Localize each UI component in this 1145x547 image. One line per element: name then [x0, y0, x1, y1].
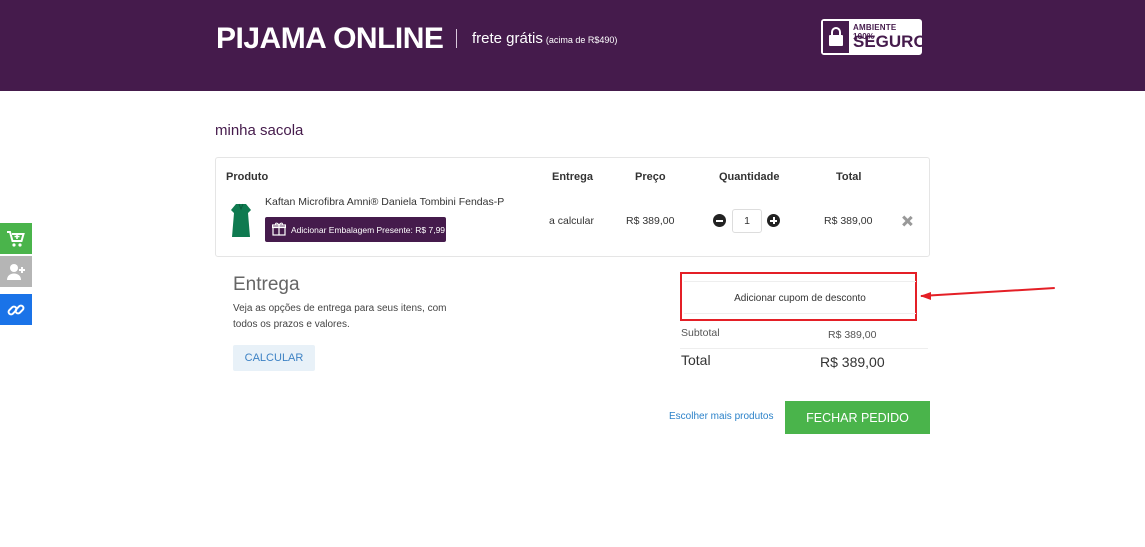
shipping-description: Veja as opções de entrega para seus iten…: [233, 303, 447, 330]
site-header: PIJAMA ONLINE frete grátis (acima de R$49…: [0, 0, 1145, 91]
cart-add-icon: [7, 231, 25, 247]
column-header-price: Preço: [635, 171, 666, 183]
add-gift-wrap-button[interactable]: Adicionar Embalagem Presente: R$ 7,99: [265, 217, 446, 242]
shipping-title: Entrega: [233, 274, 300, 295]
free-shipping-banner: frete grátis (acima de R$490): [472, 30, 617, 47]
total-label: Total: [681, 352, 711, 368]
increase-quantity-button[interactable]: [767, 214, 780, 227]
price-value: R$ 389,00: [626, 215, 675, 227]
annotation-arrow-line: [920, 287, 1055, 297]
total-value: R$ 389,00: [820, 354, 885, 370]
secure-environment-badge: AMBIENTE 100% SEGURO: [821, 19, 927, 55]
column-header-total: Total: [836, 171, 862, 183]
quantity-input[interactable]: [732, 209, 762, 233]
annotation-arrow-icon: [920, 292, 931, 300]
lock-icon: [823, 21, 849, 53]
product-thumbnail[interactable]: [229, 203, 253, 239]
decrease-quantity-button[interactable]: [713, 214, 726, 227]
calculate-shipping-button[interactable]: CALCULAR: [233, 345, 315, 371]
column-header-delivery: Entrega: [552, 171, 593, 183]
secure-badge-line2: SEGURO: [853, 32, 927, 51]
delivery-value: a calcular: [549, 215, 594, 227]
free-shipping-text: frete grátis: [472, 30, 543, 47]
gift-icon: [272, 222, 286, 236]
summary-divider: [680, 348, 928, 349]
page-title: minha sacola: [215, 122, 304, 139]
product-name[interactable]: Kaftan Microfibra Amni® Daniela Tombini …: [265, 196, 504, 208]
header-divider: [456, 29, 457, 48]
column-header-product: Produto: [226, 171, 269, 183]
gift-wrap-label: Adicionar Embalagem Presente: R$ 7,99: [291, 225, 446, 235]
brand-logo[interactable]: PIJAMA ONLINE: [216, 22, 444, 56]
remove-item-icon[interactable]: [901, 215, 913, 227]
subtotal-value: R$ 389,00: [828, 329, 877, 341]
sidebar-user-button[interactable]: [0, 256, 32, 287]
add-coupon-button[interactable]: Adicionar cupom de desconto: [684, 281, 916, 314]
subtotal-label: Subtotal: [681, 327, 720, 339]
sidebar-link-button[interactable]: [0, 294, 32, 325]
user-add-icon: [7, 264, 25, 280]
column-header-quantity: Quantidade: [719, 171, 780, 183]
checkout-button[interactable]: FECHAR PEDIDO: [785, 401, 930, 434]
item-total-value: R$ 389,00: [824, 215, 873, 227]
sidebar-cart-button[interactable]: [0, 223, 32, 254]
free-shipping-note: (acima de R$490): [545, 35, 618, 45]
link-icon: [7, 304, 25, 316]
continue-shopping-link[interactable]: Escolher mais produtos: [669, 411, 774, 422]
